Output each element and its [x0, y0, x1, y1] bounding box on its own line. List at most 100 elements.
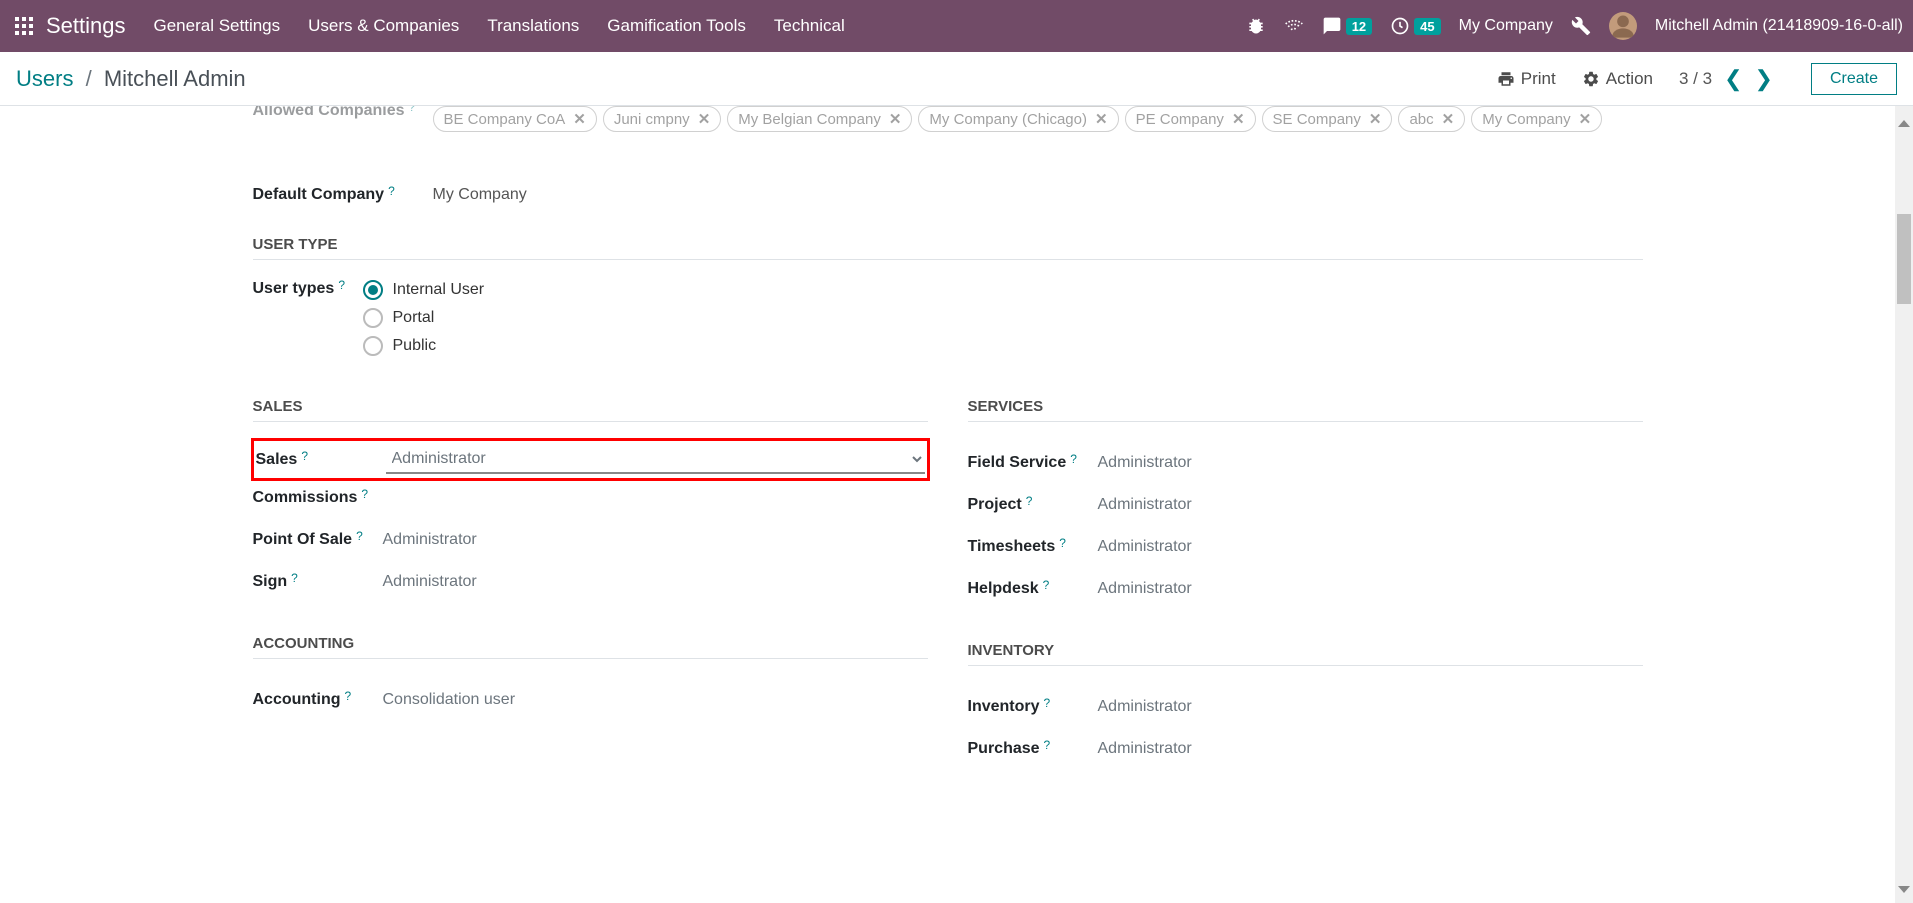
- remove-tag-icon[interactable]: ✕: [1232, 110, 1245, 128]
- user-type-option[interactable]: Internal User: [363, 280, 485, 300]
- user-type-option[interactable]: Public: [363, 336, 485, 356]
- print-button[interactable]: Print: [1497, 69, 1556, 89]
- form-scroll: Allowed Companies ? BE Company CoA✕Juni …: [0, 106, 1895, 903]
- group-field-label: Purchase?: [968, 740, 1098, 758]
- company-tag[interactable]: BE Company CoA✕: [433, 106, 597, 132]
- allowed-companies-label: Allowed Companies: [253, 106, 405, 120]
- group-field-row: Purchase?Administrator: [968, 728, 1643, 770]
- help-icon[interactable]: ?: [338, 278, 345, 298]
- company-switcher[interactable]: My Company: [1459, 17, 1553, 35]
- create-button[interactable]: Create: [1811, 63, 1897, 95]
- menu-users-companies[interactable]: Users & Companies: [308, 16, 459, 36]
- messages-icon[interactable]: 12: [1322, 16, 1372, 36]
- help-icon[interactable]: ?: [1070, 452, 1077, 472]
- remove-tag-icon[interactable]: ✕: [1579, 110, 1592, 128]
- group-field-value[interactable]: Administrator: [1098, 454, 1643, 472]
- help-icon[interactable]: ?: [1044, 696, 1051, 716]
- app-brand[interactable]: Settings: [46, 13, 126, 39]
- user-menu[interactable]: Mitchell Admin (21418909-16-0-all): [1655, 17, 1903, 35]
- group-field-value[interactable]: Administrator: [1098, 496, 1643, 514]
- help-icon[interactable]: ?: [1059, 536, 1066, 556]
- company-tag[interactable]: Juni cmpny✕: [603, 106, 721, 132]
- remove-tag-icon[interactable]: ✕: [889, 110, 902, 128]
- group-field-label: Inventory?: [968, 698, 1098, 716]
- radio-icon: [363, 280, 383, 300]
- group-field-row: Timesheets?Administrator: [968, 526, 1643, 568]
- group-field-value[interactable]: Administrator: [386, 445, 925, 474]
- company-tag[interactable]: My Company✕: [1471, 106, 1602, 132]
- menu-translations[interactable]: Translations: [487, 16, 579, 36]
- breadcrumb-root[interactable]: Users: [16, 66, 73, 91]
- user-types-radio-group: Internal User Portal Public: [363, 280, 485, 356]
- timer-icon[interactable]: 45: [1390, 16, 1440, 36]
- remove-tag-icon[interactable]: ✕: [1369, 110, 1382, 128]
- action-button[interactable]: Action: [1582, 69, 1653, 89]
- apps-icon[interactable]: [10, 12, 38, 40]
- group-field-row: Project?Administrator: [968, 484, 1643, 526]
- allowed-companies-tags: BE Company CoA✕Juni cmpny✕My Belgian Com…: [433, 106, 1603, 132]
- user-types-row: User types ? Internal User Portal Public: [253, 280, 1643, 356]
- company-tag[interactable]: SE Company✕: [1262, 106, 1393, 132]
- group-field-label: Sales?: [256, 451, 386, 469]
- breadcrumb-current: Mitchell Admin: [104, 66, 246, 91]
- help-icon[interactable]: ?: [388, 184, 395, 204]
- group-field-value[interactable]: Administrator: [1098, 538, 1643, 556]
- remove-tag-icon[interactable]: ✕: [1442, 110, 1455, 128]
- breadcrumb: Users / Mitchell Admin: [16, 66, 246, 92]
- action-label: Action: [1606, 69, 1653, 89]
- group-field-value[interactable]: Administrator: [1098, 740, 1643, 758]
- main-navbar: Settings General Settings Users & Compan…: [0, 0, 1913, 52]
- group-field-row: Point Of Sale?Administrator: [253, 519, 928, 561]
- help-icon[interactable]: ?: [1026, 494, 1033, 514]
- help-icon[interactable]: ?: [345, 689, 352, 709]
- user-types-label: User types: [253, 280, 335, 298]
- group-field-value[interactable]: Administrator: [383, 573, 928, 591]
- help-icon[interactable]: ?: [356, 529, 363, 549]
- remove-tag-icon[interactable]: ✕: [698, 110, 711, 128]
- pager-next[interactable]: ❯: [1755, 66, 1773, 92]
- debug-icon[interactable]: [1246, 16, 1266, 36]
- menu-general-settings[interactable]: General Settings: [154, 16, 281, 36]
- tools-icon[interactable]: [1571, 16, 1591, 36]
- default-company-value[interactable]: My Company: [433, 186, 527, 204]
- company-tag[interactable]: My Belgian Company✕: [727, 106, 912, 132]
- printer-icon: [1497, 70, 1515, 88]
- group-field-label: Timesheets?: [968, 538, 1098, 556]
- pager: 3 / 3 ❮ ❯: [1679, 66, 1773, 92]
- group-field-row: Accounting?Consolidation user: [253, 679, 928, 721]
- help-icon[interactable]: ?: [291, 571, 298, 591]
- group-field-value[interactable]: Consolidation user: [383, 691, 928, 709]
- remove-tag-icon[interactable]: ✕: [1095, 110, 1108, 128]
- company-tag[interactable]: PE Company✕: [1125, 106, 1256, 132]
- group-field-value[interactable]: Administrator: [383, 531, 928, 549]
- company-tag[interactable]: abc✕: [1398, 106, 1465, 132]
- help-icon[interactable]: ?: [1043, 578, 1050, 598]
- pager-prev[interactable]: ❮: [1724, 66, 1742, 92]
- help-icon[interactable]: ?: [1044, 738, 1051, 758]
- group-field-row: Sign?Administrator: [253, 561, 928, 603]
- gear-icon: [1582, 70, 1600, 88]
- breadcrumb-sep: /: [86, 66, 92, 91]
- vertical-scrollbar[interactable]: [1895, 106, 1913, 903]
- radio-icon: [363, 308, 383, 328]
- default-company-row: Default Company ? My Company: [253, 186, 1643, 204]
- user-type-section-title: USER TYPE: [253, 236, 1643, 253]
- help-icon[interactable]: ?: [361, 487, 368, 507]
- company-tag[interactable]: My Company (Chicago)✕: [918, 106, 1118, 132]
- menu-technical[interactable]: Technical: [774, 16, 845, 36]
- help-icon[interactable]: ?: [301, 449, 308, 469]
- left-groups-column: SALESSales?AdministratorCommissions?Poin…: [253, 366, 928, 770]
- print-label: Print: [1521, 69, 1556, 89]
- control-bar: Users / Mitchell Admin Print Action 3 / …: [0, 52, 1913, 106]
- wifi-icon[interactable]: [1284, 16, 1304, 36]
- remove-tag-icon[interactable]: ✕: [573, 110, 586, 128]
- avatar[interactable]: [1609, 12, 1637, 40]
- messages-badge: 12: [1346, 18, 1372, 35]
- menu-gamification[interactable]: Gamification Tools: [607, 16, 746, 36]
- group-field-row: Commissions?: [253, 477, 928, 519]
- group-field-value[interactable]: Administrator: [1098, 698, 1643, 716]
- group-field-value[interactable]: Administrator: [1098, 580, 1643, 598]
- group-select[interactable]: Administrator: [386, 445, 925, 474]
- user-type-option[interactable]: Portal: [363, 308, 485, 328]
- help-icon[interactable]: ?: [409, 106, 416, 120]
